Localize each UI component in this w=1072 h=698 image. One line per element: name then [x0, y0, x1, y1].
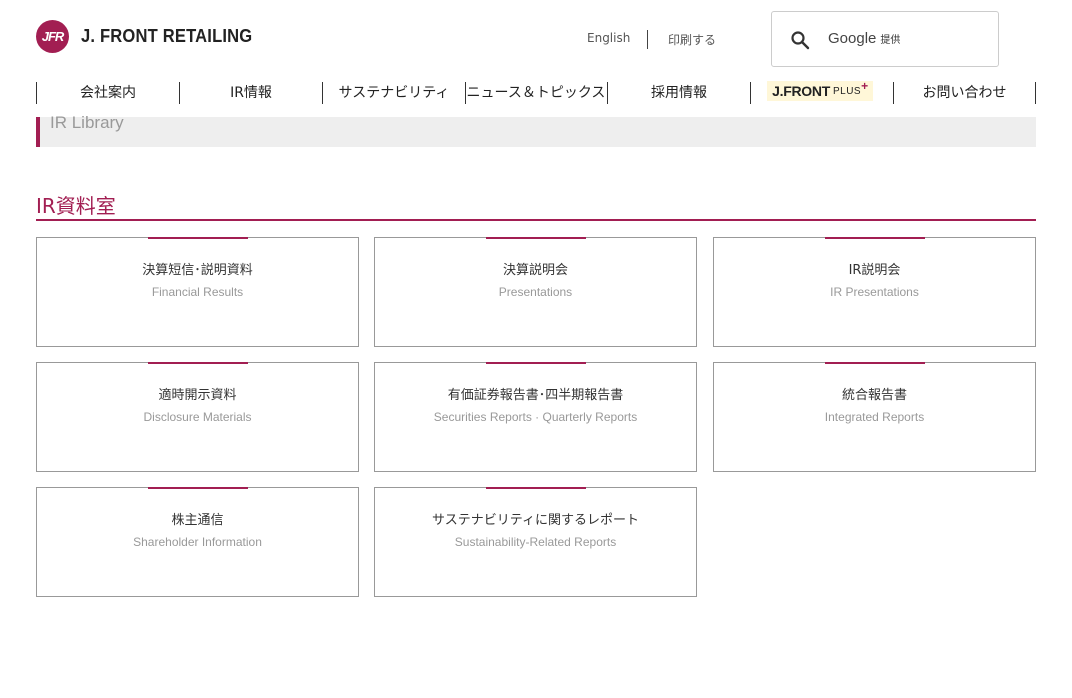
card-ir-presentations[interactable]: IR説明会 IR Presentations	[713, 237, 1036, 347]
card-title-jp: 適時開示資料	[158, 388, 237, 403]
print-link[interactable]: 印刷する	[668, 31, 716, 48]
card-title-jp: サステナビリティに関するレポート	[432, 513, 639, 528]
card-accent	[148, 237, 248, 239]
util-divider	[647, 30, 648, 49]
search-input[interactable]: Google 提供	[771, 11, 999, 67]
card-accent	[825, 237, 925, 239]
card-shareholder-information[interactable]: 株主通信 Shareholder Information	[36, 487, 359, 597]
jfront-plus-label: PLUS	[832, 85, 862, 97]
nav-item-ir[interactable]: IR情報	[180, 82, 322, 104]
card-title-jp: 決算短信･説明資料	[142, 263, 253, 278]
english-link[interactable]: English	[587, 31, 630, 45]
jfront-plus-sup: +	[861, 79, 868, 93]
jfr-logo-icon: JFR	[36, 20, 69, 53]
nav-item-contact[interactable]: お問い合わせ	[894, 82, 1035, 104]
card-financial-results[interactable]: 決算短信･説明資料 Financial Results	[36, 237, 359, 347]
nav-divider	[750, 82, 751, 104]
section-title: IR資料室	[36, 194, 116, 218]
card-title-jp: 決算説明会	[502, 263, 568, 278]
card-title-en: Disclosure Materials	[143, 410, 252, 424]
card-title-jp: 有価証券報告書･四半期報告書	[447, 388, 624, 403]
card-accent	[148, 362, 248, 364]
card-title-en: Shareholder Information	[133, 535, 262, 549]
card-accent	[486, 237, 586, 239]
card-title-en: IR Presentations	[830, 285, 919, 299]
card-disclosure-materials[interactable]: 適時開示資料 Disclosure Materials	[36, 362, 359, 472]
card-title-jp: 株主通信	[171, 513, 224, 528]
card-securities-reports[interactable]: 有価証券報告書･四半期報告書 Securities Reports · Quar…	[374, 362, 697, 472]
nav-item-jfront-plus[interactable]: J.FRONT PLUS +	[767, 79, 873, 101]
nav-divider	[1035, 82, 1036, 104]
global-nav: 会社案内 IR情報 サステナビリティ ニュース＆トピックス 採用情報 J.FRO…	[36, 79, 1036, 104]
card-integrated-reports[interactable]: 統合報告書 Integrated Reports	[713, 362, 1036, 472]
nav-item-recruit[interactable]: 採用情報	[608, 82, 750, 104]
breadcrumb: IR Library	[50, 113, 124, 132]
nav-item-news[interactable]: ニュース＆トピックス	[465, 82, 607, 104]
card-sustainability-reports[interactable]: サステナビリティに関するレポート Sustainability-Related …	[374, 487, 697, 597]
card-title-en: Presentations	[498, 285, 573, 299]
card-title-en: Integrated Reports	[824, 410, 925, 424]
card-title-en: Securities Reports · Quarterly Reports	[433, 410, 638, 424]
site-logo[interactable]: JFR J. FRONT RETAILING	[36, 20, 267, 53]
card-title-jp: IR説明会	[848, 263, 901, 278]
google-search-brand: Google 提供	[828, 30, 901, 47]
nav-item-company[interactable]: 会社案内	[37, 82, 179, 104]
logo-text: J. FRONT RETAILING	[81, 26, 253, 46]
card-accent	[825, 362, 925, 364]
page-heading-band: IR Library	[36, 113, 1036, 147]
nav-item-sustainability[interactable]: サステナビリティ	[323, 82, 465, 104]
section-divider	[36, 219, 1036, 221]
card-accent	[486, 487, 586, 489]
card-accent	[148, 487, 248, 489]
jfront-plus-brand: J.FRONT	[772, 83, 830, 99]
search-icon[interactable]	[790, 30, 810, 50]
card-presentations[interactable]: 決算説明会 Presentations	[374, 237, 697, 347]
card-title-jp: 統合報告書	[841, 388, 907, 403]
card-title-en: Sustainability-Related Reports	[454, 535, 617, 549]
card-accent	[486, 362, 586, 364]
card-title-en: Financial Results	[151, 285, 244, 299]
